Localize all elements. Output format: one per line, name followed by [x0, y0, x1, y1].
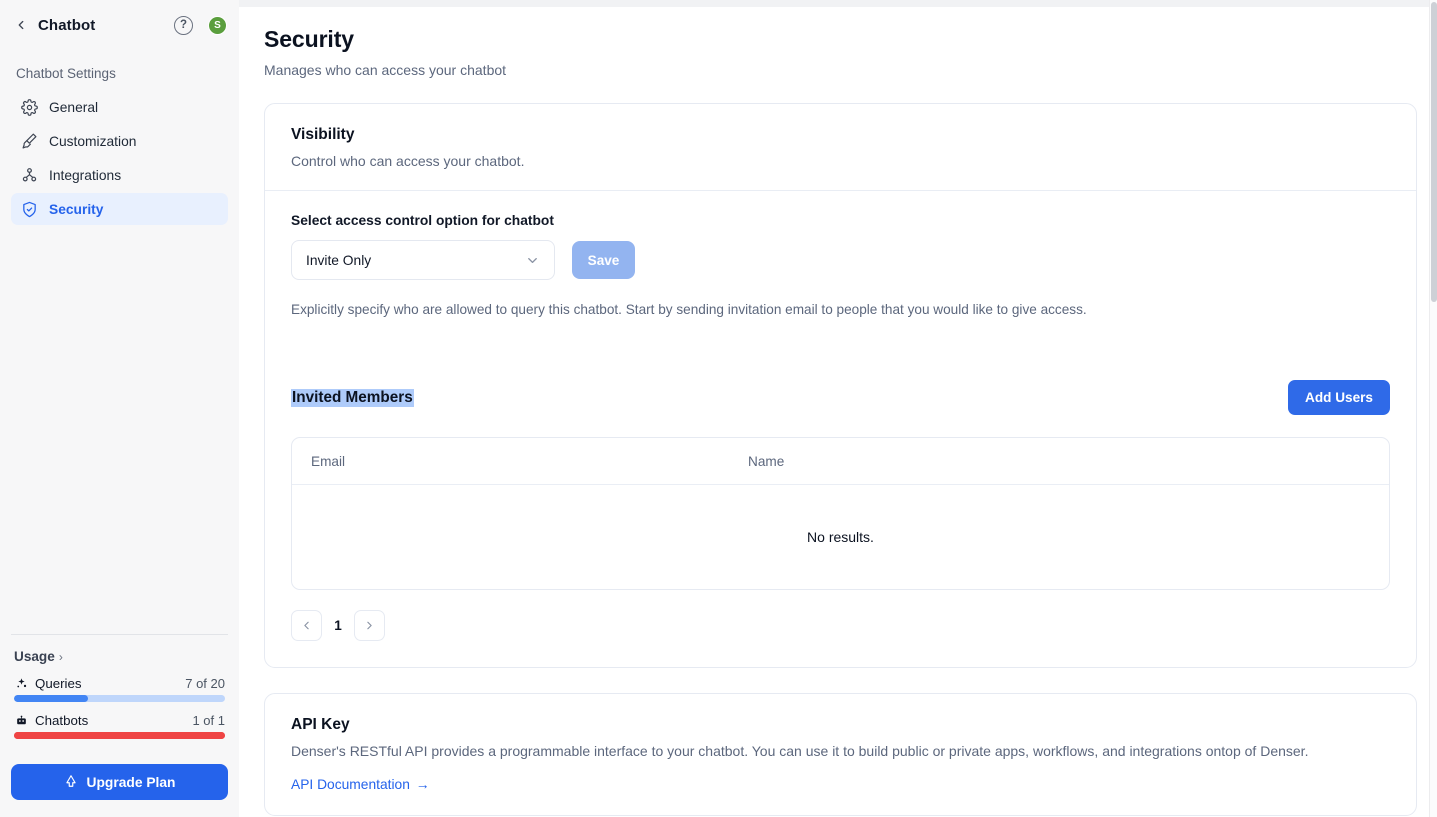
usage-meter-value: 1 of 1 — [192, 713, 225, 728]
visibility-subtitle: Control who can access your chatbot. — [291, 153, 1390, 169]
arrow-up-icon — [64, 774, 78, 791]
usage-title-label: Usage — [14, 649, 55, 664]
pagination-next-button[interactable] — [354, 610, 385, 641]
invited-members-title: Invited Members — [291, 389, 414, 407]
access-control-label: Select access control option for chatbot — [291, 213, 1390, 228]
pagination-page-number[interactable]: 1 — [332, 618, 344, 633]
upgrade-plan-label: Upgrade Plan — [87, 775, 176, 790]
robot-icon — [14, 714, 28, 728]
usage-meter-chatbots: Chatbots 1 of 1 — [11, 713, 228, 739]
sidebar-header: Chatbot ? S — [0, 0, 239, 50]
avatar[interactable]: S — [208, 16, 227, 35]
table-row-empty: No results. — [292, 485, 1389, 589]
page-title: Security — [264, 26, 1417, 53]
usage-divider — [11, 634, 228, 635]
gear-icon — [21, 99, 38, 116]
arrow-right-icon: → — [416, 777, 430, 792]
sidebar-item-customization[interactable]: Customization — [11, 125, 228, 157]
usage-section: Usage › Queries 7 of 20 — [0, 634, 239, 750]
invited-members-table: Email Name No results. — [291, 437, 1390, 590]
shield-check-icon — [21, 201, 38, 218]
api-key-title: API Key — [291, 716, 1390, 734]
api-key-description: Denser's RESTful API provides a programm… — [291, 743, 1390, 759]
api-key-card: API Key Denser's RESTful API provides a … — [264, 693, 1417, 816]
usage-progress-fill — [14, 732, 225, 739]
usage-meter-label: Queries — [35, 676, 82, 691]
top-strip — [239, 0, 1429, 7]
blocks-icon — [21, 167, 38, 184]
sidebar-section-label: Chatbot Settings — [0, 50, 239, 87]
access-control-select[interactable]: Invite Only — [291, 240, 555, 280]
usage-title[interactable]: Usage › — [11, 649, 228, 664]
usage-progress-fill — [14, 695, 88, 702]
sidebar-title: Chatbot — [38, 17, 166, 34]
api-documentation-link[interactable]: API Documentation → — [291, 777, 430, 792]
sidebar: Chatbot ? S Chatbot Settings General Cus… — [0, 0, 239, 817]
usage-meter-queries: Queries 7 of 20 — [11, 676, 228, 702]
visibility-card-body: Select access control option for chatbot… — [265, 191, 1416, 667]
upgrade-plan-button[interactable]: Upgrade Plan — [11, 764, 228, 800]
visibility-title: Visibility — [291, 126, 1390, 144]
access-control-select-value: Invite Only — [306, 253, 371, 268]
page-scrollbar[interactable] — [1429, 0, 1437, 817]
pagination-prev-button[interactable] — [291, 610, 322, 641]
column-header-email: Email — [292, 438, 746, 485]
usage-progress-bar — [14, 732, 225, 739]
sidebar-item-integrations[interactable]: Integrations — [11, 159, 228, 191]
sidebar-item-label: General — [49, 100, 98, 115]
sidebar-item-security[interactable]: Security — [11, 193, 228, 225]
page-subtitle: Manages who can access your chatbot — [264, 62, 1417, 78]
back-chevron-icon[interactable] — [12, 16, 30, 34]
members-table-head: Email Name — [292, 438, 1389, 485]
api-documentation-label: API Documentation — [291, 777, 410, 792]
empty-state-text: No results. — [292, 485, 1389, 589]
visibility-card-header: Visibility Control who can access your c… — [265, 104, 1416, 190]
members-table: Email Name No results. — [292, 438, 1389, 589]
sparkle-icon — [14, 677, 28, 691]
main-content: Security Manages who can access your cha… — [239, 0, 1437, 817]
sidebar-item-label: Integrations — [49, 168, 121, 183]
save-button[interactable]: Save — [572, 241, 635, 279]
visibility-card: Visibility Control who can access your c… — [264, 103, 1417, 668]
usage-meter-value: 7 of 20 — [185, 676, 225, 691]
chevron-down-icon — [525, 253, 540, 268]
api-key-card-header: API Key Denser's RESTful API provides a … — [265, 694, 1416, 815]
page-header: Security Manages who can access your cha… — [264, 0, 1417, 78]
sidebar-spacer — [0, 225, 239, 634]
sidebar-nav: General Customization Integrations Secur… — [0, 87, 239, 225]
sidebar-item-label: Customization — [49, 134, 136, 149]
column-header-name: Name — [746, 438, 1389, 485]
sidebar-item-label: Security — [49, 202, 103, 217]
app-root: Chatbot ? S Chatbot Settings General Cus… — [0, 0, 1437, 817]
page-scrollbar-thumb[interactable] — [1431, 2, 1437, 302]
help-icon[interactable]: ? — [174, 16, 193, 35]
chevron-right-icon: › — [59, 650, 63, 664]
sidebar-item-general[interactable]: General — [11, 91, 228, 123]
paintbrush-icon — [21, 133, 38, 150]
add-users-button[interactable]: Add Users — [1288, 380, 1390, 415]
invited-members-header: Invited Members Add Users — [291, 380, 1390, 415]
usage-progress-bar — [14, 695, 225, 702]
access-control-helper-text: Explicitly specify who are allowed to qu… — [291, 302, 1390, 317]
access-control-row: Invite Only Save — [291, 240, 1390, 280]
table-header-row: Email Name — [292, 438, 1389, 485]
usage-meter-label: Chatbots — [35, 713, 88, 728]
pagination: 1 — [291, 610, 1390, 641]
members-table-body: No results. — [292, 485, 1389, 589]
